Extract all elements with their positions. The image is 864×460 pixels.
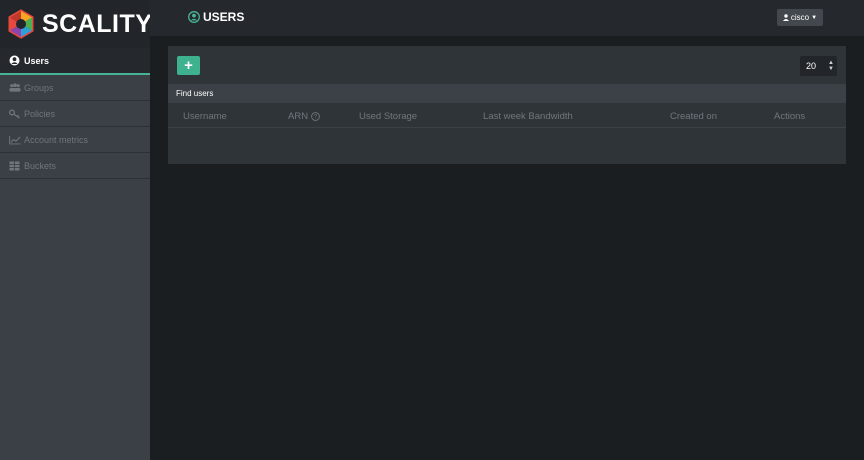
table-header: Username ARN ? Used Storage Last week Ba… bbox=[168, 103, 846, 128]
app: SCALITY Users Groups Policies Account me… bbox=[0, 0, 864, 460]
sidebar-item-label: Users bbox=[24, 55, 50, 66]
table-body bbox=[168, 128, 846, 164]
page-title-text: USERS bbox=[203, 10, 245, 24]
brand[interactable]: SCALITY bbox=[0, 0, 153, 48]
user-menu-label: cisco bbox=[790, 13, 810, 22]
user-circle-icon bbox=[9, 55, 21, 66]
column-header-label: ARN bbox=[288, 111, 309, 122]
column-header-arn[interactable]: ARN ? bbox=[288, 111, 320, 122]
sidebar-item-users[interactable]: Users bbox=[0, 48, 150, 75]
column-header-actions: Actions bbox=[774, 111, 806, 122]
sidebar: SCALITY Users Groups Policies Account me… bbox=[0, 0, 153, 460]
user-icon bbox=[782, 14, 789, 21]
sidebar-item-label: Policies bbox=[24, 108, 56, 119]
find-users-label: Find users bbox=[176, 89, 214, 98]
help-icon[interactable]: ? bbox=[311, 112, 320, 121]
user-menu-button[interactable]: cisco ▼ bbox=[777, 9, 823, 26]
user-circle-icon bbox=[188, 11, 200, 23]
add-user-button[interactable]: + bbox=[177, 56, 200, 75]
users-icon bbox=[9, 83, 21, 93]
caret-down-icon: ▼ bbox=[811, 14, 818, 21]
column-header-last-week-bandwidth[interactable]: Last week Bandwidth bbox=[483, 111, 573, 122]
sidebar-item-buckets[interactable]: Buckets bbox=[0, 153, 150, 179]
column-header-username[interactable]: Username bbox=[183, 111, 227, 122]
sidebar-item-policies[interactable]: Policies bbox=[0, 101, 150, 127]
top-header: USERS cisco ▼ bbox=[150, 0, 864, 36]
page-size-value: 20 bbox=[806, 61, 817, 71]
page-size-select[interactable]: 20 ▲ ▼ bbox=[800, 56, 837, 76]
key-icon bbox=[9, 109, 21, 119]
sidebar-item-groups[interactable]: Groups bbox=[0, 75, 150, 101]
page-title: USERS bbox=[188, 10, 244, 24]
sidebar-item-label: Buckets bbox=[24, 160, 57, 171]
sidebar-item-label: Groups bbox=[24, 82, 54, 93]
find-users-bar[interactable]: Find users bbox=[168, 84, 846, 103]
brand-name: SCALITY bbox=[42, 9, 153, 38]
bucket-icon bbox=[9, 161, 21, 171]
sort-arrows-icon: ▲ ▼ bbox=[828, 60, 834, 72]
sidebar-item-label: Account metrics bbox=[24, 134, 89, 145]
column-header-created-on[interactable]: Created on bbox=[670, 111, 717, 122]
scality-logo-icon bbox=[6, 9, 36, 39]
column-header-used-storage[interactable]: Used Storage bbox=[359, 111, 417, 122]
sidebar-item-account-metrics[interactable]: Account metrics bbox=[0, 127, 150, 153]
line-chart-icon bbox=[9, 135, 21, 145]
users-panel: + 20 ▲ ▼ Find users Username ARN ? Used S… bbox=[168, 46, 846, 164]
